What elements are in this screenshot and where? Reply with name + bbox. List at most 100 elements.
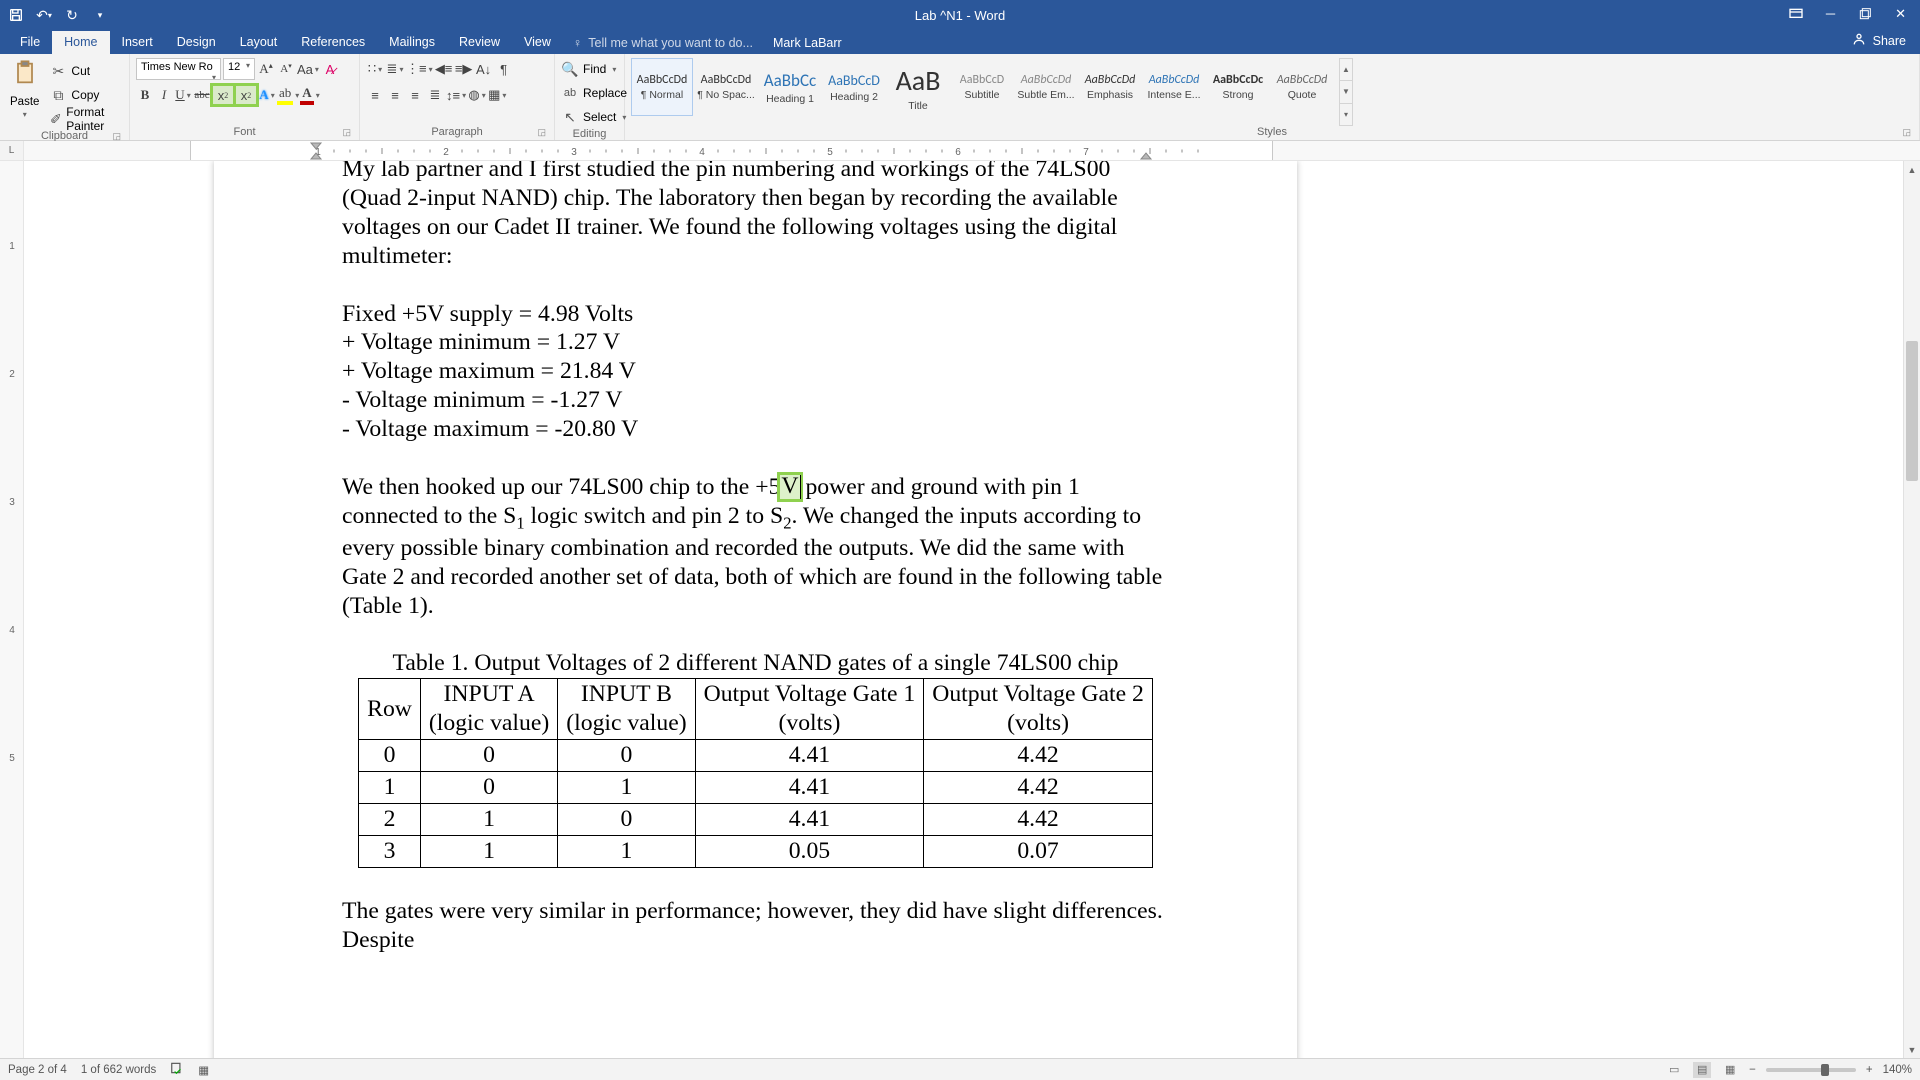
- tell-me-search[interactable]: ♀ Tell me what you want to do...: [563, 32, 763, 54]
- measurement-line[interactable]: - Voltage minimum = -1.27 V: [342, 386, 1169, 415]
- redo-icon[interactable]: ↻: [64, 7, 80, 23]
- tab-home[interactable]: Home: [52, 31, 109, 54]
- text-effects-button[interactable]: A: [258, 85, 276, 105]
- multilevel-list-button[interactable]: ⋮≡: [406, 59, 433, 79]
- macro-record-icon[interactable]: ▦: [198, 1063, 209, 1077]
- undo-icon[interactable]: ↶▾: [36, 7, 52, 23]
- minimize-icon[interactable]: ─: [1826, 6, 1835, 25]
- table-cell[interactable]: 4.42: [924, 772, 1153, 804]
- measurement-line[interactable]: + Voltage maximum = 21.84 V: [342, 357, 1169, 386]
- style-heading-1[interactable]: AaBbCcHeading 1: [759, 58, 821, 116]
- style---normal[interactable]: AaBbCcDd¶ Normal: [631, 58, 693, 116]
- table-cell[interactable]: 1: [420, 835, 557, 867]
- body-paragraph[interactable]: The gates were very similar in performan…: [342, 897, 1169, 955]
- underline-button[interactable]: U: [174, 85, 192, 105]
- share-button[interactable]: Share: [1837, 27, 1920, 54]
- italic-button[interactable]: I: [155, 85, 173, 105]
- style-subtle-em---[interactable]: AaBbCcDdSubtle Em...: [1015, 58, 1077, 116]
- shading-button[interactable]: ◍: [468, 85, 486, 105]
- print-layout-button[interactable]: ▤: [1693, 1062, 1711, 1078]
- table-cell[interactable]: 4.41: [695, 772, 924, 804]
- style-subtitle[interactable]: AaBbCcDSubtitle: [951, 58, 1013, 116]
- paste-button[interactable]: Paste ▾: [6, 58, 43, 119]
- select-button[interactable]: ↖Select▾: [561, 106, 626, 128]
- save-icon[interactable]: [8, 7, 24, 23]
- table-cell[interactable]: 4.41: [695, 740, 924, 772]
- table-header[interactable]: Row: [359, 679, 421, 740]
- zoom-in-button[interactable]: +: [1866, 1064, 1873, 1076]
- highlight-button[interactable]: ab: [277, 85, 299, 105]
- table-cell[interactable]: 4.42: [924, 804, 1153, 836]
- tab-insert[interactable]: Insert: [110, 31, 165, 54]
- scroll-up-icon[interactable]: ▲: [1904, 161, 1920, 178]
- tab-references[interactable]: References: [289, 31, 377, 54]
- tab-design[interactable]: Design: [165, 31, 228, 54]
- table-cell[interactable]: 0.07: [924, 835, 1153, 867]
- align-center-button[interactable]: ≡: [386, 85, 404, 105]
- bullets-button[interactable]: ∷: [366, 59, 384, 79]
- table-caption[interactable]: Table 1. Output Voltages of 2 different …: [342, 649, 1169, 678]
- spellcheck-icon[interactable]: [170, 1061, 184, 1078]
- font-size-combo[interactable]: 12▾: [223, 58, 255, 80]
- page-indicator[interactable]: Page 2 of 4: [8, 1064, 67, 1076]
- table-header[interactable]: Output Voltage Gate 1(volts): [695, 679, 924, 740]
- table-cell[interactable]: 0: [558, 804, 695, 836]
- table-cell[interactable]: 4.42: [924, 740, 1153, 772]
- gallery-down-icon[interactable]: ▼: [1340, 81, 1352, 103]
- paragraph-dialog-launcher-icon[interactable]: ◲: [537, 127, 546, 138]
- table-cell[interactable]: 1: [420, 804, 557, 836]
- strikethrough-button[interactable]: abc: [193, 85, 211, 105]
- table-header[interactable]: INPUT B(logic value): [558, 679, 695, 740]
- cut-button[interactable]: ✂Cut: [49, 60, 123, 82]
- zoom-slider[interactable]: [1766, 1068, 1856, 1072]
- style-gallery-scroll[interactable]: ▲ ▼ ▾: [1339, 58, 1353, 126]
- word-count[interactable]: 1 of 662 words: [81, 1064, 156, 1076]
- change-case-button[interactable]: Aa: [297, 59, 319, 79]
- vertical-ruler[interactable]: 12345: [0, 161, 24, 1058]
- style-emphasis[interactable]: AaBbCcDdEmphasis: [1079, 58, 1141, 116]
- replace-button[interactable]: abReplace: [561, 82, 627, 104]
- zoom-out-button[interactable]: −: [1749, 1064, 1756, 1076]
- tab-review[interactable]: Review: [447, 31, 512, 54]
- measurement-line[interactable]: - Voltage maximum = -20.80 V: [342, 415, 1169, 444]
- table-cell[interactable]: 0: [558, 740, 695, 772]
- data-table[interactable]: RowINPUT A(logic value)INPUT B(logic val…: [358, 678, 1153, 867]
- format-painter-button[interactable]: ✐Format Painter: [49, 108, 123, 130]
- table-cell[interactable]: 2: [359, 804, 421, 836]
- align-left-button[interactable]: ≡: [366, 85, 384, 105]
- show-marks-button[interactable]: ¶: [495, 59, 513, 79]
- style-quote[interactable]: AaBbCcDdQuote: [1271, 58, 1333, 116]
- clear-formatting-button[interactable]: A̷: [321, 59, 339, 79]
- style-title[interactable]: AaBTitle: [887, 58, 949, 116]
- table-cell[interactable]: 4.41: [695, 804, 924, 836]
- superscript-button[interactable]: x2: [235, 85, 257, 105]
- tab-mailings[interactable]: Mailings: [377, 31, 447, 54]
- table-cell[interactable]: 0: [420, 740, 557, 772]
- table-cell[interactable]: 0: [359, 740, 421, 772]
- close-icon[interactable]: ✕: [1895, 6, 1906, 25]
- web-layout-button[interactable]: ▦: [1721, 1062, 1739, 1078]
- table-cell[interactable]: 0.05: [695, 835, 924, 867]
- gallery-up-icon[interactable]: ▲: [1340, 59, 1352, 81]
- table-header[interactable]: Output Voltage Gate 2(volts): [924, 679, 1153, 740]
- find-button[interactable]: 🔍Find▾: [561, 58, 616, 80]
- justify-button[interactable]: ≣: [426, 85, 444, 105]
- increase-indent-button[interactable]: ≡▶: [455, 59, 473, 79]
- tab-layout[interactable]: Layout: [228, 31, 290, 54]
- font-color-button[interactable]: A: [300, 85, 319, 105]
- tab-file[interactable]: File: [8, 31, 52, 54]
- numbering-button[interactable]: ≣: [386, 59, 404, 79]
- table-cell[interactable]: 1: [558, 772, 695, 804]
- ribbon-display-options-icon[interactable]: [1788, 6, 1804, 25]
- font-dialog-launcher-icon[interactable]: ◲: [342, 127, 351, 138]
- bold-button[interactable]: B: [136, 85, 154, 105]
- scroll-thumb[interactable]: [1906, 341, 1918, 481]
- signed-in-user[interactable]: Mark LaBarr: [763, 32, 852, 54]
- table-header[interactable]: INPUT A(logic value): [420, 679, 557, 740]
- table-cell[interactable]: 3: [359, 835, 421, 867]
- document-content[interactable]: My lab partner and I first studied the p…: [342, 161, 1169, 955]
- page-viewport[interactable]: My lab partner and I first studied the p…: [24, 161, 1903, 1058]
- vertical-scrollbar[interactable]: ▲ ▼: [1903, 161, 1920, 1058]
- font-name-combo[interactable]: Times New Ro▾: [136, 58, 221, 80]
- body-paragraph[interactable]: My lab partner and I first studied the p…: [342, 161, 1169, 271]
